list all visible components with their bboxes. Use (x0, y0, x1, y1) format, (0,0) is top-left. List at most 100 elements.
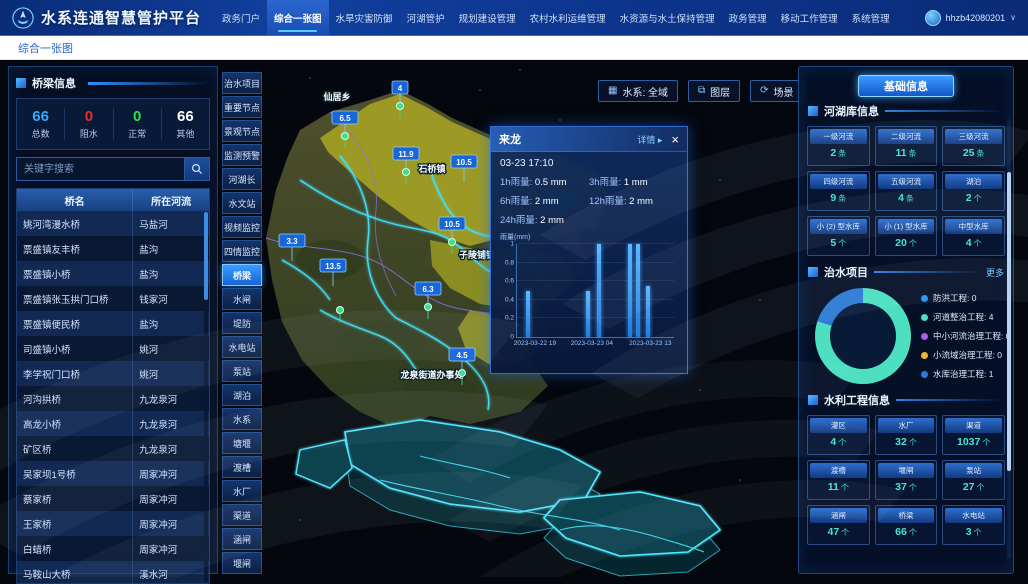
table-row[interactable]: 河沟拱桥九龙泉河 (17, 386, 209, 411)
tool-button-图层[interactable]: ⧉图层 (688, 80, 740, 102)
layer-item-渡槽[interactable]: 渡槽 (222, 456, 262, 478)
card-number: 2 (830, 148, 836, 159)
nav-item-水资源与水土保持管理[interactable]: 水资源与水土保持管理 (613, 0, 722, 35)
svg-text:4.5: 4.5 (456, 351, 468, 360)
layer-item-水文站[interactable]: 水文站 (222, 192, 262, 214)
card-value: 47个 (810, 523, 867, 542)
chart-y-tick: 0.6 (505, 278, 514, 285)
card-label: 水厂 (878, 418, 935, 433)
metric-label: 3h雨量: (589, 177, 624, 188)
stat-card-四级河流: 四级河流9条 (807, 171, 870, 211)
table-row[interactable]: 王家桥周家冲河 (17, 511, 209, 536)
layer-item-重要节点[interactable]: 重要节点 (222, 96, 262, 118)
svg-text:4: 4 (398, 84, 403, 93)
river-cell: 盐沟 (132, 311, 209, 336)
rain-metric: 6h雨量: 2 mm (500, 193, 589, 207)
river-cell: 马盐河 (132, 211, 209, 236)
nav-item-河湖管护[interactable]: 河湖管护 (400, 0, 452, 35)
layer-item-监测预警[interactable]: 监测预警 (222, 144, 262, 166)
tool-button-场景[interactable]: ⟳场景 (750, 80, 803, 102)
card-unit: 个 (838, 439, 846, 447)
search-button[interactable] (184, 157, 210, 181)
town-label: 仙居乡 (323, 91, 350, 102)
card-label: 灌区 (810, 418, 867, 433)
layer-item-渠道[interactable]: 渠道 (222, 504, 262, 526)
user-menu[interactable]: hhzb42080201 ∨ (919, 10, 1028, 26)
layer-item-水系[interactable]: 水系 (222, 408, 262, 430)
station-popup: 来龙 详情 ▸ × 03-23 17:10 1h雨量: 0.5 mm3h雨量: … (490, 126, 688, 374)
nav-item-移动工作管理[interactable]: 移动工作管理 (774, 0, 845, 35)
table-row[interactable]: 姚河湾漫水桥马盐河 (17, 211, 209, 236)
bridge-name-cell: 司盛镇小桥 (17, 336, 132, 361)
dashboard-root: { "header": { "logo_title": "水系连通智慧管护平台"… (0, 0, 1028, 577)
table-row[interactable]: 票盛镇便民桥盐沟 (17, 311, 209, 336)
layer-item-堤防[interactable]: 堤防 (222, 312, 262, 334)
table-row[interactable]: 票盛镇张玉拱门口桥钱家河 (17, 286, 209, 311)
table-row[interactable]: 司盛镇小桥姚河 (17, 336, 209, 361)
chart-y-tick: 0.8 (505, 259, 514, 266)
tool-button-水系: 全域[interactable]: ▦水系: 全域 (598, 80, 678, 102)
rain-metric: 3h雨量: 1 mm (589, 174, 678, 188)
layer-item-水闸[interactable]: 水闸 (222, 288, 262, 310)
user-name: hhzb42080201 (946, 13, 1006, 23)
col-header-river: 所在河流 (132, 189, 209, 211)
app-title: 水系连通智慧管护平台 (41, 7, 201, 28)
more-link[interactable]: 更多 (986, 266, 1004, 279)
card-unit: 个 (909, 484, 917, 492)
layer-item-治水项目[interactable]: 治水项目 (222, 72, 262, 94)
layer-item-涵闸[interactable]: 涵闸 (222, 528, 262, 550)
table-row[interactable]: 高龙小桥九龙泉河 (17, 411, 209, 436)
stat-value: 0 (114, 108, 161, 125)
table-scrollbar-thumb[interactable] (204, 212, 208, 300)
close-icon[interactable]: × (671, 133, 679, 146)
layer-item-四情监控[interactable]: 四情监控 (222, 240, 262, 262)
popup-details-link[interactable]: 详情 ▸ (637, 133, 662, 146)
chart-y-tick: 0.2 (505, 315, 514, 322)
projects-donut-row: 防洪工程: 0河道整治工程: 4中小河流治理工程: 0小流域治理工程: 0水库治… (799, 282, 1013, 386)
nav-item-系统管理[interactable]: 系统管理 (845, 0, 897, 35)
nav-item-水旱灾害防御[interactable]: 水旱灾害防御 (329, 0, 400, 35)
nav-item-规划建设管理[interactable]: 规划建设管理 (452, 0, 523, 35)
projects-section-title: 治水项目 (824, 264, 868, 280)
stat-card-灌区: 灌区4个 (807, 415, 870, 455)
layer-item-堰闸[interactable]: 堰闸 (222, 552, 262, 574)
search-input[interactable] (16, 157, 184, 181)
nav-item-综合一张图[interactable]: 综合一张图 (267, 0, 329, 35)
layer-item-景观节点[interactable]: 景观节点 (222, 120, 262, 142)
layer-item-桥梁[interactable]: 桥梁 (222, 264, 262, 286)
layer-item-泵站[interactable]: 泵站 (222, 360, 262, 382)
layer-item-水厂[interactable]: 水厂 (222, 480, 262, 502)
stat-value: 66 (17, 108, 64, 125)
river-cell: 九龙泉河 (132, 436, 209, 461)
table-row[interactable]: 蔡家桥周家冲河 (17, 486, 209, 511)
nav-item-政务门户[interactable]: 政务门户 (215, 0, 267, 35)
breadcrumb[interactable]: 综合一张图 (18, 40, 73, 56)
table-row[interactable]: 吴家坝1号桥周家冲河 (17, 461, 209, 486)
table-row[interactable]: 票盛镇小桥盐沟 (17, 261, 209, 286)
breadcrumb-bar: 综合一张图 (0, 36, 1028, 60)
nav-item-政务管理[interactable]: 政务管理 (722, 0, 774, 35)
panel-bullet-icon (16, 78, 26, 88)
nav-item-农村水利运维管理[interactable]: 农村水利运维管理 (523, 0, 613, 35)
layer-item-视频监控[interactable]: 视频监控 (222, 216, 262, 238)
chart-gridline (517, 299, 674, 300)
layer-item-水电站[interactable]: 水电站 (222, 336, 262, 358)
layer-item-塘堰[interactable]: 塘堰 (222, 432, 262, 454)
layer-item-河湖长[interactable]: 河湖长 (222, 168, 262, 190)
right-scrollbar-thumb[interactable] (1007, 172, 1011, 471)
town-label: 石桥镇 (417, 163, 445, 174)
main-nav: 政务门户综合一张图水旱灾害防御河湖管护规划建设管理农村水利运维管理水资源与水土保… (215, 0, 919, 35)
table-row[interactable]: 白蜡桥周家冲河 (17, 536, 209, 561)
table-row[interactable]: 马鞍山大桥溪水河 (17, 561, 209, 584)
legend-dot (921, 314, 928, 321)
table-row[interactable]: 李学祝门口桥姚河 (17, 361, 209, 386)
stat-value: 66 (162, 108, 209, 125)
stat-card-湖泊: 湖泊2个 (942, 171, 1005, 211)
base-info-button[interactable]: 基础信息 (858, 75, 954, 97)
table-row[interactable]: 矿区桥九龙泉河 (17, 436, 209, 461)
table-row[interactable]: 票盛镇友丰桥盐沟 (17, 236, 209, 261)
card-value: 4个 (945, 234, 1002, 253)
stat-正常: 0正常 (114, 108, 162, 140)
rain-chart: 雨量(mm) 00.20.40.60.81 2023-03-22 192023-… (500, 232, 678, 352)
layer-item-湖泊[interactable]: 湖泊 (222, 384, 262, 406)
